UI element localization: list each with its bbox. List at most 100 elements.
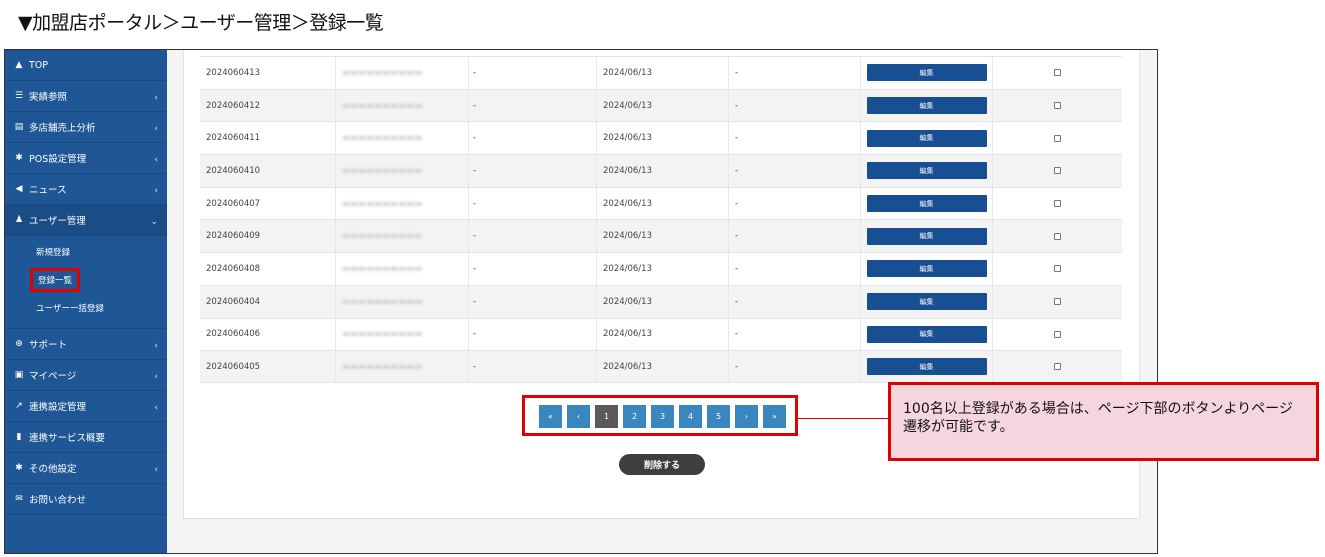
date-cell: 2024/06/13 bbox=[596, 351, 728, 382]
email-cell-blurred: ▬▬▬▬▬▬▬▬▬▬ bbox=[342, 329, 423, 340]
checkbox-cell bbox=[992, 187, 1122, 220]
cell-col5: - bbox=[728, 57, 860, 89]
row-checkbox[interactable] bbox=[1054, 232, 1061, 240]
chevron-icon: ⌄ bbox=[150, 217, 158, 227]
sidebar-item[interactable]: ◀ ニュース ‹ bbox=[5, 174, 167, 205]
sidebar-item-label: マイページ bbox=[29, 371, 77, 382]
cell-col5: - bbox=[728, 351, 860, 382]
checkbox-cell bbox=[992, 285, 1122, 318]
edit-button[interactable]: 編集 bbox=[866, 358, 987, 376]
email-cell-blurred: ▬▬▬▬▬▬▬▬▬▬ bbox=[342, 100, 423, 111]
edit-cell: 編集 bbox=[860, 351, 992, 382]
page-button[interactable]: 3 bbox=[651, 405, 674, 428]
sidebar-item[interactable]: ✱ その他設定 ‹ bbox=[5, 453, 167, 484]
sidebar-item-label: 実績参照 bbox=[29, 92, 68, 103]
page-button[interactable]: ‹ bbox=[567, 405, 590, 428]
email-cell-blurred: ▬▬▬▬▬▬▬▬▬▬ bbox=[342, 133, 423, 144]
table-row: 2024060410 ▬▬▬▬▬▬▬▬▬▬ -2024/06/13- 編集 bbox=[200, 154, 1122, 187]
row-checkbox[interactable] bbox=[1054, 200, 1061, 208]
delete-button[interactable]: 削除する bbox=[619, 454, 705, 475]
edit-cell: 編集 bbox=[860, 220, 992, 253]
chevron-icon: ‹ bbox=[154, 93, 158, 103]
sidebar-item-icon: ▣ bbox=[14, 370, 24, 380]
edit-button[interactable]: 編集 bbox=[866, 64, 987, 82]
sidebar-item-icon: ◀ bbox=[15, 184, 23, 194]
cell-col3: - bbox=[468, 253, 596, 285]
edit-button[interactable]: 編集 bbox=[866, 227, 987, 245]
sidebar-item[interactable]: ▣ マイページ ‹ bbox=[5, 360, 167, 391]
sidebar-item[interactable]: ☰ 実績参照 ‹ bbox=[5, 81, 167, 112]
page-button[interactable]: 4 bbox=[679, 405, 702, 428]
submenu-item-label: 登録一覧 bbox=[29, 268, 81, 292]
page-button[interactable]: › bbox=[735, 405, 758, 428]
email-cell-blurred: ▬▬▬▬▬▬▬▬▬▬ bbox=[342, 231, 423, 242]
sidebar-item[interactable]: ▤ 多店舗売上分析 ‹ bbox=[5, 112, 167, 143]
table-row: 2024060406 ▬▬▬▬▬▬▬▬▬▬ -2024/06/13- 編集 bbox=[200, 317, 1122, 351]
cell-col3: - bbox=[468, 122, 596, 155]
page-button[interactable]: « bbox=[539, 405, 562, 428]
cell-col3: - bbox=[468, 155, 596, 187]
chevron-icon: ‹ bbox=[154, 186, 158, 196]
page-button[interactable]: 5 bbox=[707, 405, 730, 428]
email-cell-blurred: ▬▬▬▬▬▬▬▬▬▬ bbox=[342, 361, 423, 372]
user-id-cell: 2024060405 bbox=[200, 351, 336, 382]
submenu-item[interactable]: 登録一覧 bbox=[5, 266, 167, 294]
chevron-icon: ‹ bbox=[154, 124, 158, 134]
date-cell: 2024/06/13 bbox=[596, 122, 728, 155]
page-button[interactable]: 2 bbox=[623, 405, 646, 428]
table-row: 2024060407 ▬▬▬▬▬▬▬▬▬▬ -2024/06/13- 編集 bbox=[200, 186, 1122, 220]
callout-note: 100名以上登録がある場合は、ページ下部のボタンよりページ遷移が可能です。 bbox=[888, 382, 1319, 461]
edit-button[interactable]: 編集 bbox=[866, 162, 987, 180]
cell-col5: - bbox=[728, 187, 860, 220]
edit-button[interactable]: 編集 bbox=[866, 195, 987, 213]
submenu-item[interactable]: ユーザー一括登録 bbox=[5, 294, 167, 322]
cell-col3: - bbox=[468, 318, 596, 351]
sidebar-item[interactable]: ✉ お問い合わせ bbox=[5, 484, 167, 515]
portal-frame: ▲ TOP ☰ 実績参照 ‹ ▤ 多店舗売上分析 ‹ ✱ POS設定管理 ‹ ◀ ニュース ‹ ♟ ユーザー管… bbox=[4, 49, 1158, 554]
edit-button[interactable]: 編集 bbox=[866, 129, 987, 147]
checkbox-cell bbox=[992, 253, 1122, 285]
page-button[interactable]: 1 bbox=[595, 405, 618, 428]
edit-button[interactable]: 編集 bbox=[866, 97, 987, 115]
submenu-item[interactable]: 新規登録 bbox=[5, 238, 167, 266]
row-checkbox[interactable] bbox=[1054, 330, 1061, 338]
row-checkbox[interactable] bbox=[1054, 363, 1061, 371]
sidebar-item[interactable]: ↗ 連携設定管理 ‹ bbox=[5, 391, 167, 422]
user-id-cell: 2024060413 bbox=[200, 57, 336, 89]
row-checkbox[interactable] bbox=[1054, 102, 1061, 110]
sidebar-item[interactable]: ▲ TOP bbox=[5, 50, 167, 81]
cell-col5: - bbox=[728, 89, 860, 122]
submenu-item-label: ユーザー一括登録 bbox=[36, 304, 104, 314]
sidebar-item-icon: ▮ bbox=[16, 432, 22, 442]
date-cell: 2024/06/13 bbox=[596, 57, 728, 89]
email-cell-blurred: ▬▬▬▬▬▬▬▬▬▬ bbox=[342, 165, 423, 176]
page-button[interactable]: » bbox=[763, 405, 786, 428]
row-checkbox[interactable] bbox=[1054, 134, 1061, 142]
sidebar-item[interactable]: ▮ 連携サービス概要 bbox=[5, 422, 167, 453]
sidebar-item[interactable]: ♟ ユーザー管理 ⌄ bbox=[5, 205, 167, 236]
edit-button[interactable]: 編集 bbox=[866, 293, 987, 311]
row-checkbox[interactable] bbox=[1054, 298, 1061, 306]
row-checkbox[interactable] bbox=[1054, 167, 1061, 175]
sidebar-item[interactable]: ⊕ サポート ‹ bbox=[5, 329, 167, 360]
edit-button[interactable]: 編集 bbox=[866, 325, 987, 343]
sidebar-item-label: 連携サービス概要 bbox=[29, 433, 106, 444]
sidebar-item-icon: ✱ bbox=[15, 153, 23, 163]
submenu-item-label: 新規登録 bbox=[36, 248, 71, 258]
cell-col3: - bbox=[468, 285, 596, 318]
pagination: «‹ 1 2 3 4 5 ›» bbox=[539, 405, 786, 428]
user-id-cell: 2024060404 bbox=[200, 285, 336, 318]
sidebar-item[interactable]: ✱ POS設定管理 ‹ bbox=[5, 143, 167, 174]
cell-col3: - bbox=[468, 57, 596, 89]
sidebar-item-label: TOP bbox=[29, 59, 49, 71]
table-row: 2024060412 ▬▬▬▬▬▬▬▬▬▬ -2024/06/13- 編集 bbox=[200, 88, 1122, 122]
row-checkbox[interactable] bbox=[1054, 265, 1061, 273]
checkbox-cell bbox=[992, 220, 1122, 253]
sidebar-item-icon: ♟ bbox=[14, 215, 24, 225]
email-cell-blurred: ▬▬▬▬▬▬▬▬▬▬ bbox=[342, 263, 423, 274]
date-cell: 2024/06/13 bbox=[596, 220, 728, 253]
row-checkbox[interactable] bbox=[1054, 69, 1061, 77]
edit-button[interactable]: 編集 bbox=[866, 260, 987, 278]
chevron-icon: ‹ bbox=[154, 372, 158, 382]
cell-col3: - bbox=[468, 187, 596, 220]
